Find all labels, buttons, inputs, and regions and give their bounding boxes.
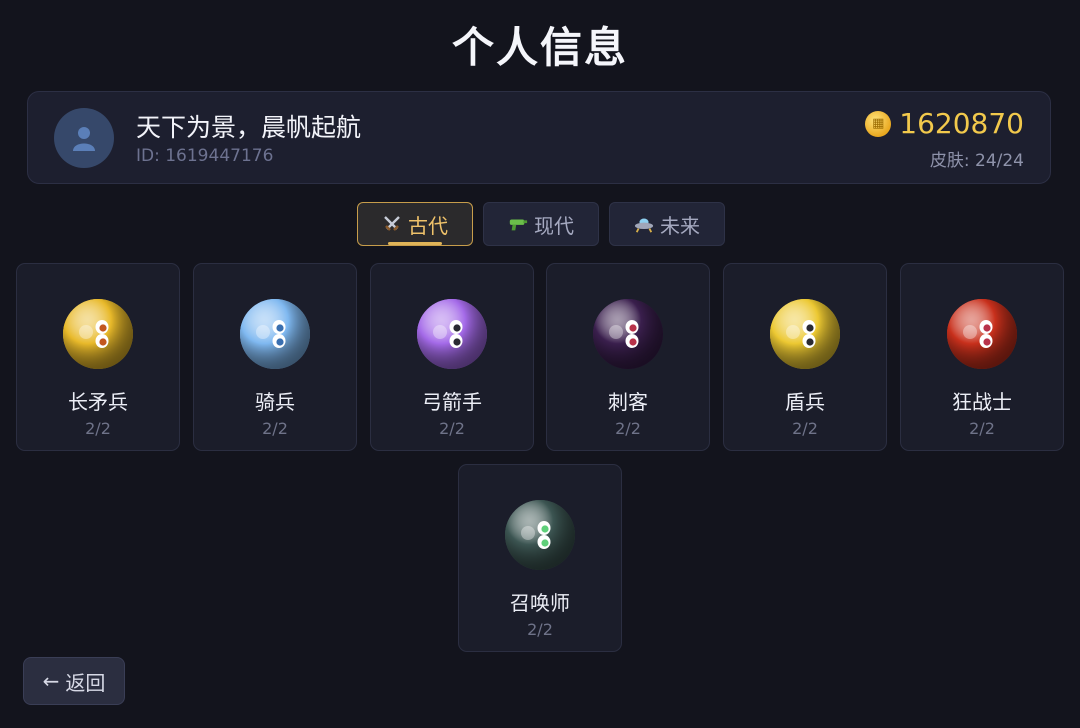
tab-future[interactable]: 未来 [609,202,725,246]
page-title: 个人信息 [451,23,628,72]
tab-modern[interactable]: 现代 [483,202,599,246]
tab-label: 古代 [408,213,448,238]
profile-card: 天下为景，晨帆起航 ID: 1619447176 ▦ 1620870 皮肤: 2… [27,91,1051,184]
user-icon [73,127,95,151]
unit-ball-icon [239,298,311,370]
ufo-icon [634,214,654,234]
unit-skin-count: 2/2 [792,419,818,438]
back-label: 返回 [65,670,106,695]
unit-name: 狂战士 [952,390,1012,414]
water-gun-icon [508,214,528,234]
unit-ball-icon [504,499,576,571]
tab-label: 未来 [660,213,700,238]
unit-card[interactable]: 召唤师 2/2 [458,464,622,652]
unit-name: 弓箭手 [422,390,482,414]
unit-skin-count: 2/2 [85,419,111,438]
unit-skin-count: 2/2 [615,419,641,438]
tab-label: 现代 [534,213,574,238]
unit-ball-icon [62,298,134,370]
player-id: ID: 1619447176 [136,146,274,166]
avatar[interactable] [54,108,114,168]
unit-ball-icon [769,298,841,370]
skin-count: 皮肤: 24/24 [929,151,1024,171]
unit-skin-count: 2/2 [969,419,995,438]
unit-card[interactable]: 狂战士 2/2 [900,263,1064,451]
unit-card[interactable]: 刺客 2/2 [546,263,710,451]
unit-name: 盾兵 [785,390,825,414]
unit-ball-icon [946,298,1018,370]
unit-name: 骑兵 [255,390,295,414]
crossed-swords-icon [382,214,402,234]
unit-ball-icon [416,298,488,370]
unit-card[interactable]: 骑兵 2/2 [193,263,357,451]
coin-amount: 1620870 [899,107,1024,140]
tab-ancient[interactable]: 古代 [357,202,473,246]
unit-name: 召唤师 [510,591,570,615]
unit-name: 长矛兵 [68,390,128,414]
unit-skin-count: 2/2 [439,419,465,438]
coin-balance: ▦ 1620870 [865,107,1024,140]
unit-skin-count: 2/2 [527,620,553,639]
unit-card[interactable]: 长矛兵 2/2 [16,263,180,451]
arrow-left-icon: ← [42,669,60,693]
unit-card[interactable]: 盾兵 2/2 [723,263,887,451]
player-name: 天下为景，晨帆起航 [136,113,362,142]
era-tabs: 古代 现代 未来 [357,202,725,246]
unit-card[interactable]: 弓箭手 2/2 [370,263,534,451]
back-button[interactable]: ← 返回 [23,657,125,705]
coin-icon: ▦ [865,110,892,137]
unit-skin-count: 2/2 [262,419,288,438]
unit-name: 刺客 [608,390,648,414]
unit-ball-icon [592,298,664,370]
